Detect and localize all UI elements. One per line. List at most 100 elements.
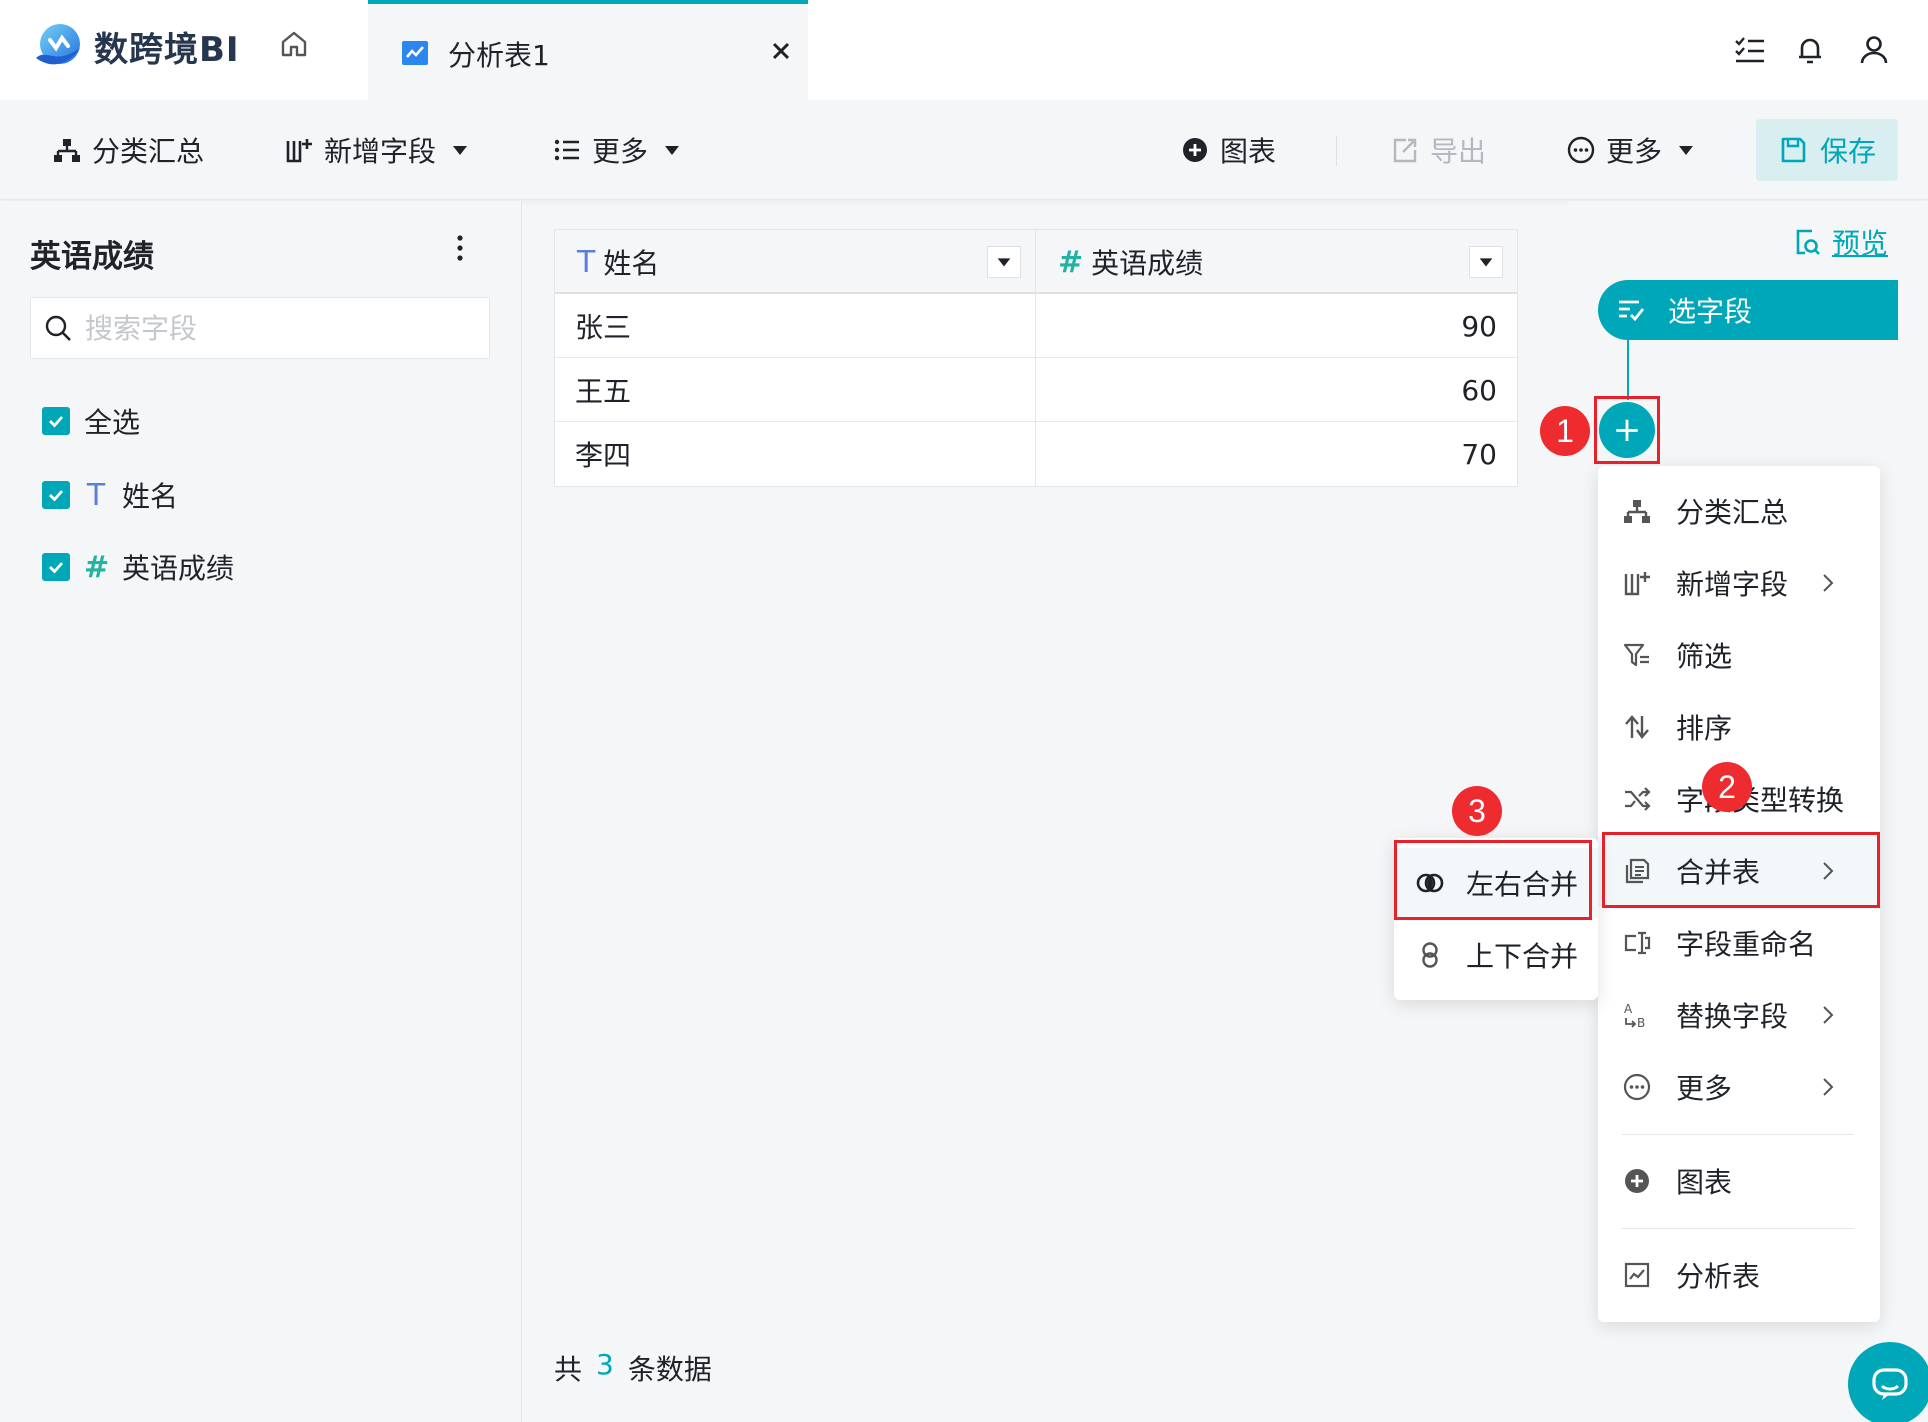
hierarchy-icon [1622,496,1652,526]
highlight-merge-table [1602,832,1880,908]
field-label: 英语成绩 [122,552,235,585]
chevron-right-icon [1816,571,1840,595]
menu-item-rename-field[interactable]: 字段重命名 [1598,908,1880,978]
save-label: 保存 [1819,135,1876,168]
plus-circle-icon [1622,1166,1652,1196]
tab-label: 分析表1 [448,39,550,72]
field-item-name[interactable]: T 姓名 [42,475,178,515]
chart-tab-icon [400,38,430,68]
more-circle-icon [1622,1072,1652,1102]
user-icon[interactable] [1856,32,1892,68]
table-cell[interactable]: 70 [1036,422,1517,486]
tab-analysis-1[interactable]: 分析表1 [368,0,808,100]
column-dropdown-button[interactable] [1469,246,1503,278]
table-cell[interactable]: 60 [1036,358,1517,422]
chevron-right-icon [1816,1003,1840,1027]
column-header-english-score[interactable]: # 英语成绩 [1036,230,1517,294]
submenu-item-vertical-merge[interactable]: 上下合并 [1394,920,1598,990]
task-list-icon[interactable] [1732,32,1768,68]
export-label: 导出 [1430,135,1487,168]
menu-item-label: 图表 [1676,1166,1733,1199]
support-chat-button[interactable] [1848,1342,1928,1422]
column-dropdown-button[interactable] [987,246,1021,278]
menu-item-label: 排序 [1676,712,1733,745]
filter-icon [1622,640,1652,670]
add-field-button[interactable]: 新增字段 [284,100,480,200]
column-title: 姓名 [603,247,660,280]
flow-connector [1627,340,1629,400]
row-count: 共 3 条数据 [554,1348,712,1388]
menu-item-filter[interactable]: 筛选 [1598,620,1880,690]
more-left-button[interactable]: 更多 [552,100,692,200]
highlight-add-button [1594,396,1660,464]
table-cell[interactable]: 90 [1036,294,1517,358]
row-count-suffix: 条数据 [627,1353,712,1386]
check-icon [42,553,70,581]
check-icon [42,481,70,509]
menu-item-chart[interactable]: 图表 [1598,1146,1880,1216]
sort-icon [1622,712,1652,742]
menu-item-label: 更多 [1676,1072,1733,1105]
app-logo[interactable]: 数跨境BI [30,18,240,74]
number-type-icon: # [1058,244,1084,280]
step-label: 选字段 [1668,295,1753,328]
save-icon [1778,135,1808,165]
table-row: 张三 90 [555,294,1517,358]
chat-icon [1868,1362,1912,1406]
chart-button[interactable]: 图表 [1180,100,1276,200]
menu-item-replace-field[interactable]: AB 替换字段 [1598,980,1880,1050]
plus-circle-icon [1180,135,1210,165]
table-row: 李四 70 [555,422,1517,486]
analysis-table-icon [1622,1260,1652,1290]
menu-item-label: 筛选 [1676,640,1733,673]
export-icon [1390,135,1420,165]
vertical-merge-icon [1414,939,1446,971]
save-button[interactable]: 保存 [1756,119,1898,181]
toolbar-divider [1336,136,1337,166]
preview-icon [1792,227,1822,257]
table-cell[interactable]: 李四 [555,422,1036,486]
select-all-checkbox[interactable]: 全选 [42,401,140,441]
text-type-icon: T [86,477,106,513]
more-right-button[interactable]: 更多 [1566,100,1706,200]
list-icon [552,135,582,165]
search-input[interactable] [85,311,465,345]
column-header-name[interactable]: T 姓名 [555,230,1036,294]
menu-item-label: 字段重命名 [1676,928,1817,961]
toolbar: 分类汇总 新增字段 更多 图表 导出 更多 [0,100,1928,200]
field-item-english-score[interactable]: # 英语成绩 [42,547,234,587]
more-right-label: 更多 [1606,135,1663,168]
menu-item-add-field[interactable]: 新增字段 [1598,548,1880,618]
menu-item-group-summary[interactable]: 分类汇总 [1598,476,1880,546]
more-left-label: 更多 [592,135,649,168]
caret-down-icon [997,258,1011,267]
vertical-more-icon[interactable] [444,231,476,267]
menu-item-sort[interactable]: 排序 [1598,692,1880,762]
menu-item-more[interactable]: 更多 [1598,1052,1880,1122]
step-badge-2: 2 [1702,762,1752,812]
table-cell[interactable]: 王五 [555,358,1036,422]
close-icon[interactable] [768,38,794,64]
group-summary-button[interactable]: 分类汇总 [52,100,204,200]
menu-item-label: 分类汇总 [1676,496,1789,529]
table-row: 王五 60 [555,358,1517,422]
bell-icon[interactable] [1792,32,1828,68]
export-button[interactable]: 导出 [1390,100,1486,200]
flow-step-select-fields[interactable]: 选字段 [1598,280,1898,340]
submenu-item-label: 上下合并 [1466,940,1579,973]
preview-label: 预览 [1832,227,1889,260]
field-label: 姓名 [122,480,179,513]
table-cell[interactable]: 张三 [555,294,1036,358]
text-type-icon: T [577,244,596,280]
svg-text:B: B [1637,1016,1645,1030]
add-column-icon [1622,568,1652,598]
home-icon[interactable] [276,26,312,62]
caret-down-icon [662,140,682,160]
preview-link[interactable]: 预览 [1792,222,1888,262]
row-count-number: 3 [596,1348,614,1381]
number-type-icon: # [84,549,110,585]
menu-item-analysis-table[interactable]: 分析表 [1598,1240,1880,1310]
step-badge-3: 3 [1452,786,1502,836]
menu-divider [1622,1228,1854,1229]
data-table: T 姓名 # 英语成绩 张三 90 王五 60 李四 70 [554,229,1518,487]
